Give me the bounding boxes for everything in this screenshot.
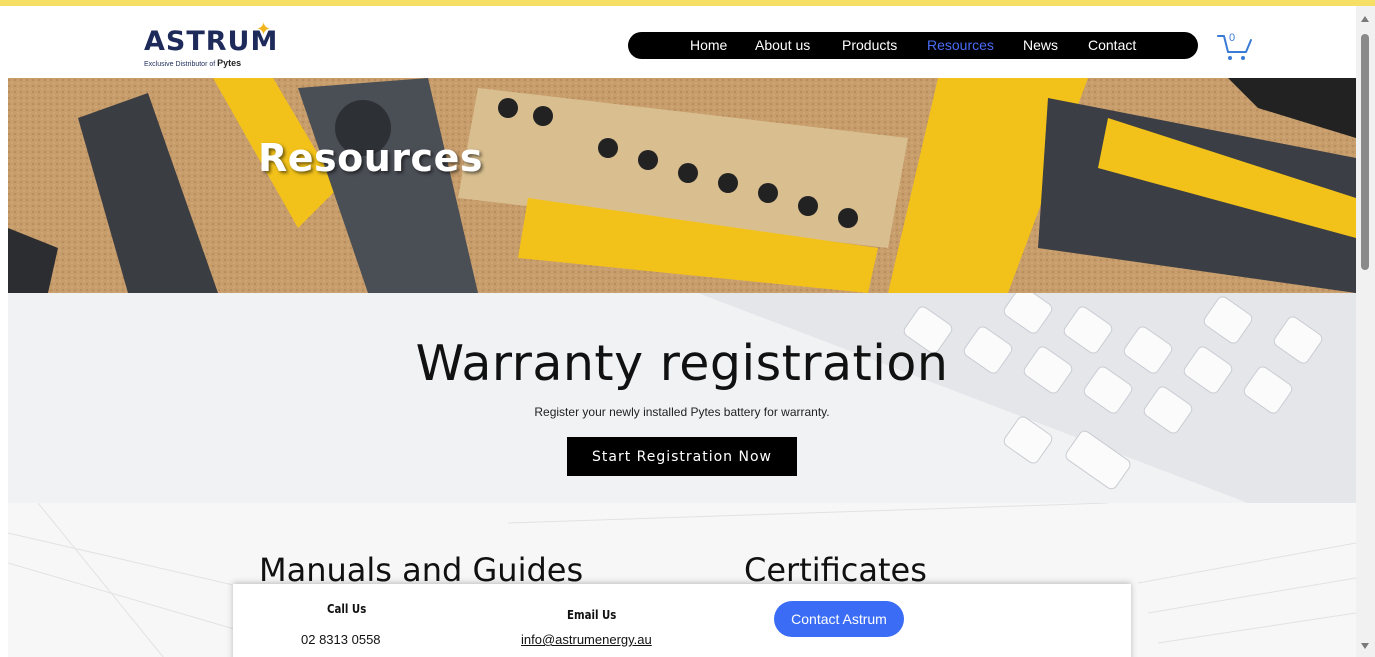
page-scrollbar[interactable] — [1356, 6, 1375, 657]
cart-count: 0 — [1229, 32, 1236, 44]
cart-icon — [1217, 35, 1252, 60]
nav-news[interactable]: News — [1023, 37, 1058, 53]
email-us-heading: Email Us — [567, 608, 617, 622]
logo-tagline: Exclusive Distributor of Pytes — [144, 58, 242, 68]
contact-bar: Call Us 02 8313 0558 Email Us info@astru… — [233, 584, 1131, 657]
page: ASTRUM ✦ Exclusive Distributor of Pytes … — [8, 6, 1356, 657]
warranty-title: Warranty registration — [415, 335, 949, 392]
scroll-up-arrow-icon[interactable] — [1361, 16, 1369, 22]
cart-button[interactable]: 0 — [1216, 28, 1256, 62]
start-registration-button[interactable]: Start Registration Now — [567, 437, 797, 476]
call-us-heading: Call Us — [327, 602, 367, 616]
contact-astrum-button[interactable]: Contact Astrum — [774, 601, 904, 637]
warranty-section: Warranty registration Register your newl… — [8, 293, 1356, 503]
star-icon: ✦ — [256, 19, 272, 39]
hero-banner: Resources — [8, 78, 1356, 293]
scroll-thumb[interactable] — [1361, 34, 1369, 270]
email-link[interactable]: info@astrumenergy.au — [521, 632, 652, 647]
nav-home[interactable]: Home — [690, 37, 727, 53]
nav-products[interactable]: Products — [842, 37, 897, 53]
warranty-subtitle: Register your newly installed Pytes batt… — [534, 405, 830, 419]
astrum-logo[interactable]: ASTRUM ✦ Exclusive Distributor of Pytes — [144, 19, 284, 68]
hero-title: Resources — [258, 136, 483, 180]
scroll-down-arrow-icon[interactable] — [1361, 643, 1369, 649]
main-nav: Home About us Products Resources News Co… — [628, 32, 1198, 59]
phone-number[interactable]: 02 8313 0558 — [301, 632, 381, 647]
nav-about-us[interactable]: About us — [755, 37, 810, 53]
nav-resources[interactable]: Resources — [927, 37, 994, 53]
tools-background-image — [8, 78, 1356, 293]
nav-contact[interactable]: Contact — [1088, 37, 1136, 53]
site-header: ASTRUM ✦ Exclusive Distributor of Pytes … — [8, 6, 1356, 78]
